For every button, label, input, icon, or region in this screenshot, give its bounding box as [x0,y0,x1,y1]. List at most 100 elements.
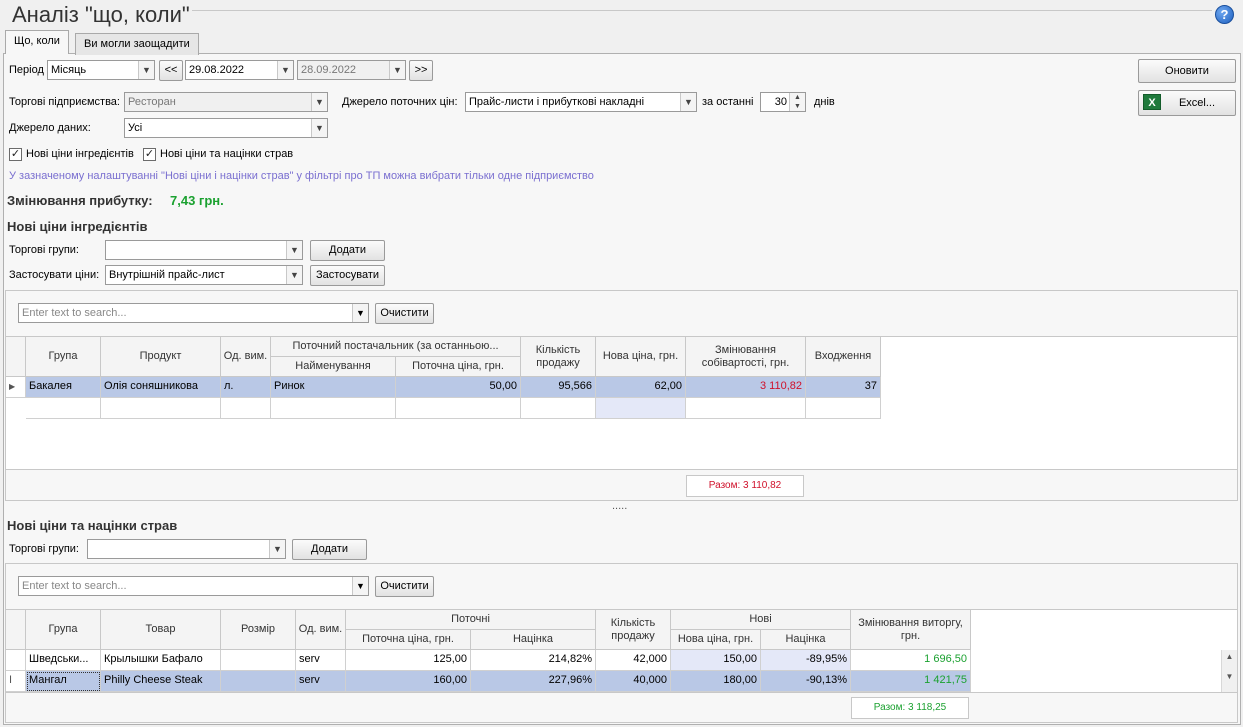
col-new-markup[interactable]: Націнка [761,630,851,650]
chevron-down-icon[interactable]: ▼ [286,266,302,284]
dishes-groups-select[interactable]: ▼ [87,539,286,559]
dishes-add-button[interactable]: Додати [292,539,367,560]
table-row[interactable]: Шведськи... [26,650,101,671]
table-cell[interactable]: Ринок [271,377,396,398]
apply-prices-select[interactable]: Внутрішній прайс-лист ▼ [105,265,303,285]
table-cell[interactable]: 214,82% [471,650,596,671]
table-cell[interactable] [221,671,296,692]
help-icon[interactable]: ? [1215,5,1234,24]
table-cell[interactable] [521,398,596,419]
ingredients-section-title: Нові ціни інгредієнтів [7,219,148,234]
col-group[interactable]: Група [26,337,101,377]
ingredients-clear-button[interactable]: Очистити [375,303,434,324]
col-new-price[interactable]: Нова ціна, грн. [671,630,761,650]
table-cell[interactable] [596,398,686,419]
col-supplier-name[interactable]: Найменування [271,357,396,377]
dishes-section-title: Нові ціни та націнки страв [7,518,178,533]
table-cell[interactable]: 125,00 [346,650,471,671]
table-cell[interactable]: 40,000 [596,671,671,692]
splitter-handle[interactable]: ..... [612,500,627,512]
col-current-price[interactable]: Поточна ціна, грн. [346,630,471,650]
table-row[interactable]: Бакалея [26,377,101,398]
table-cell[interactable] [221,398,271,419]
period-select[interactable]: Місяць ▼ [47,60,155,80]
days-stepper[interactable]: 30 ▲ ▼ [760,92,806,112]
table-cell[interactable] [221,650,296,671]
ingredients-search-input[interactable]: Enter text to search... [18,303,369,323]
vertical-scrollbar[interactable]: ▲ ▼ [1221,650,1237,692]
scroll-up-icon[interactable]: ▲ [1222,650,1237,664]
table-cell[interactable]: serv [296,671,346,692]
chevron-down-icon[interactable]: ▼ [352,577,368,595]
table-cell[interactable]: serv [296,650,346,671]
table-cell[interactable]: 62,00 [596,377,686,398]
tab-what-when[interactable]: Що, коли [5,30,69,54]
chevron-down-icon[interactable]: ▼ [352,304,368,322]
chevron-down-icon[interactable]: ▼ [680,93,696,111]
table-cell[interactable]: 160,00 [346,671,471,692]
chevron-down-icon[interactable]: ▼ [311,119,327,137]
col-product[interactable]: Продукт [101,337,221,377]
prev-period-button[interactable]: << [159,60,183,81]
table-cell[interactable] [806,398,881,419]
table-cell[interactable]: 37 [806,377,881,398]
table-cell[interactable]: 50,00 [396,377,521,398]
table-cell[interactable]: 150,00 [671,650,761,671]
data-source-select[interactable]: Усі ▼ [124,118,328,138]
table-cell[interactable]: Крылышки Бафало [101,650,221,671]
col-markup[interactable]: Націнка [471,630,596,650]
table-cell[interactable] [26,398,101,419]
table-cell[interactable]: -89,95% [761,650,851,671]
ingredients-groups-select[interactable]: ▼ [105,240,303,260]
table-cell[interactable]: Олія соняшникова [101,377,221,398]
tab-could-save[interactable]: Ви могли заощадити [75,33,199,55]
refresh-button[interactable]: Оновити [1138,59,1236,83]
table-cell[interactable]: 1 421,75 [851,671,971,692]
col-size[interactable]: Розмір [221,610,296,650]
next-period-button[interactable]: >> [409,60,433,81]
dishes-clear-button[interactable]: Очистити [375,576,434,597]
col-qty[interactable]: Кількість продажу [521,337,596,377]
date-from-field[interactable]: 29.08.2022 ▼ [185,60,294,80]
table-cell[interactable] [271,398,396,419]
col-cost-change[interactable]: Змінювання собівартості, грн. [686,337,806,377]
table-cell[interactable] [101,398,221,419]
scroll-down-icon[interactable]: ▼ [1222,664,1237,690]
table-cell[interactable]: л. [221,377,271,398]
dishes-checkbox[interactable]: ✓ [143,148,156,161]
ingredients-checkbox-label[interactable]: Нові ціни інгредієнтів [26,148,134,160]
col-current-price[interactable]: Поточна ціна, грн. [396,357,521,377]
col-group[interactable]: Група [26,610,101,650]
table-cell[interactable]: 95,566 [521,377,596,398]
table-cell[interactable]: 1 696,50 [851,650,971,671]
col-item[interactable]: Товар [101,610,221,650]
row-indicator [6,650,26,671]
table-row[interactable]: Мангал [26,671,101,692]
col-unit[interactable]: Од. вим. [296,610,346,650]
table-cell[interactable] [686,398,806,419]
table-cell[interactable]: 180,00 [671,671,761,692]
apply-button[interactable]: Застосувати [310,265,385,286]
dishes-total: Разом: 3 118,25 [851,697,969,719]
table-cell[interactable]: 42,000 [596,650,671,671]
table-cell[interactable] [396,398,521,419]
ingredients-checkbox[interactable]: ✓ [9,148,22,161]
ingredients-add-button[interactable]: Додати [310,240,385,261]
price-source-select[interactable]: Прайс-листи і прибуткові накладні ▼ [465,92,697,112]
stepper-arrows-icon[interactable]: ▲ ▼ [789,93,805,111]
chevron-down-icon[interactable]: ▼ [269,540,285,558]
chevron-down-icon[interactable]: ▼ [286,241,302,259]
col-revenue-change[interactable]: Змінювання виторгу, грн. [851,610,971,650]
calendar-dropdown-icon[interactable]: ▼ [277,61,293,79]
col-unit[interactable]: Од. вим. [221,337,271,377]
dishes-checkbox-label[interactable]: Нові ціни та націнки страв [160,148,293,160]
table-cell[interactable]: 227,96% [471,671,596,692]
table-cell[interactable]: 3 110,82 [686,377,806,398]
chevron-down-icon[interactable]: ▼ [138,61,154,79]
col-new-price[interactable]: Нова ціна, грн. [596,337,686,377]
dishes-search-input[interactable]: Enter text to search... [18,576,369,596]
col-occurrence[interactable]: Входження [806,337,881,377]
table-cell[interactable]: Philly Cheese Steak [101,671,221,692]
table-cell[interactable]: -90,13% [761,671,851,692]
col-qty[interactable]: Кількість продажу [596,610,671,650]
